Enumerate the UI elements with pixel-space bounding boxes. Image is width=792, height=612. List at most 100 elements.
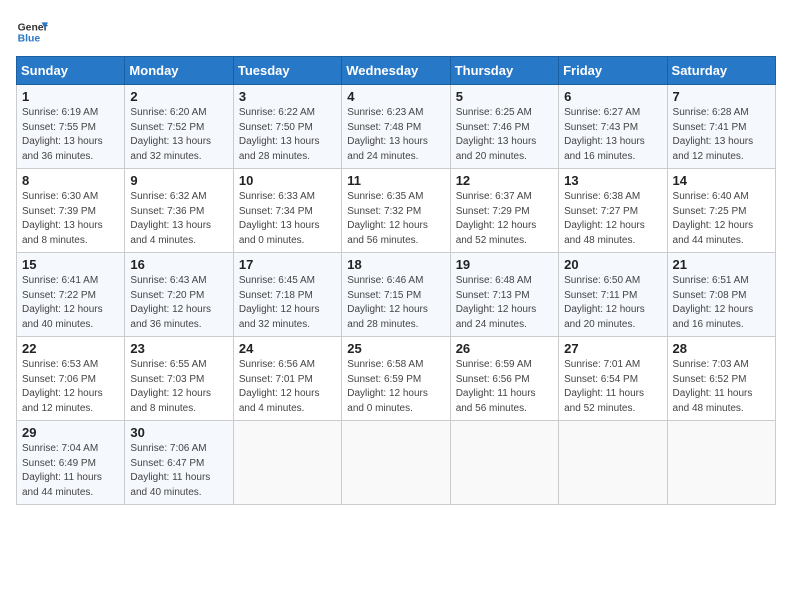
day-info: Sunrise: 7:01 AMSunset: 6:54 PMDaylight:… (564, 358, 661, 416)
day-info: Sunrise: 6:32 AMSunset: 7:36 PMDaylight:… (130, 190, 227, 248)
calendar-cell: 2Sunrise: 6:20 AMSunset: 7:52 PMDaylight… (125, 85, 233, 169)
day-number: 21 (673, 257, 770, 272)
calendar-cell: 30 Sunrise: 7:06 AMSunset: 6:47 PMDayligh… (125, 421, 233, 505)
day-number: 27 (564, 341, 661, 356)
calendar-header-row: SundayMondayTuesdayWednesdayThursdayFrid… (17, 57, 776, 85)
day-number: 1 (22, 89, 119, 104)
day-number: 28 (673, 341, 770, 356)
calendar-cell: 22 Sunrise: 6:53 AMSunset: 7:06 PMDayligh… (17, 337, 125, 421)
calendar-cell: 18 Sunrise: 6:46 AMSunset: 7:15 PMDayligh… (342, 253, 450, 337)
day-header-tuesday: Tuesday (233, 57, 341, 85)
day-info: Sunrise: 6:46 AMSunset: 7:15 PMDaylight:… (347, 274, 444, 332)
day-info: Sunrise: 6:55 AMSunset: 7:03 PMDaylight:… (130, 358, 227, 416)
day-number: 4 (347, 89, 444, 104)
day-number: 19 (456, 257, 553, 272)
day-info: Sunrise: 6:30 AMSunset: 7:39 PMDaylight:… (22, 190, 119, 248)
calendar-cell (342, 421, 450, 505)
calendar-cell: 4 Sunrise: 6:23 AMSunset: 7:48 PMDaylight… (342, 85, 450, 169)
calendar-cell: 25 Sunrise: 6:58 AMSunset: 6:59 PMDayligh… (342, 337, 450, 421)
day-number: 10 (239, 173, 336, 188)
day-info: Sunrise: 6:53 AMSunset: 7:06 PMDaylight:… (22, 358, 119, 416)
calendar-cell: 5 Sunrise: 6:25 AMSunset: 7:46 PMDaylight… (450, 85, 558, 169)
day-header-monday: Monday (125, 57, 233, 85)
calendar-cell (233, 421, 341, 505)
day-number: 7 (673, 89, 770, 104)
day-number: 16 (130, 257, 227, 272)
day-number: 18 (347, 257, 444, 272)
day-info: Sunrise: 6:33 AMSunset: 7:34 PMDaylight:… (239, 190, 336, 248)
day-number: 22 (22, 341, 119, 356)
calendar-cell: 13Sunrise: 6:38 AMSunset: 7:27 PMDayligh… (559, 169, 667, 253)
day-number: 17 (239, 257, 336, 272)
day-number: 8 (22, 173, 119, 188)
calendar-cell: 7 Sunrise: 6:28 AMSunset: 7:41 PMDaylight… (667, 85, 775, 169)
day-info: Sunrise: 6:56 AMSunset: 7:01 PMDaylight:… (239, 358, 336, 416)
day-info: Sunrise: 6:59 AMSunset: 6:56 PMDaylight:… (456, 358, 553, 416)
day-info: Sunrise: 6:23 AMSunset: 7:48 PMDaylight:… (347, 106, 444, 164)
day-number: 15 (22, 257, 119, 272)
calendar-cell (559, 421, 667, 505)
day-number: 20 (564, 257, 661, 272)
calendar-cell: 23 Sunrise: 6:55 AMSunset: 7:03 PMDayligh… (125, 337, 233, 421)
day-number: 25 (347, 341, 444, 356)
calendar-cell: 6 Sunrise: 6:27 AMSunset: 7:43 PMDaylight… (559, 85, 667, 169)
svg-text:Blue: Blue (18, 34, 41, 45)
day-info: Sunrise: 7:06 AMSunset: 6:47 PMDaylight:… (130, 442, 227, 500)
week-row-4: 22 Sunrise: 6:53 AMSunset: 7:06 PMDayligh… (17, 337, 776, 421)
day-info: Sunrise: 6:25 AMSunset: 7:46 PMDaylight:… (456, 106, 553, 164)
day-number: 3 (239, 89, 336, 104)
day-number: 30 (130, 425, 227, 440)
day-number: 11 (347, 173, 444, 188)
day-info: Sunrise: 6:28 AMSunset: 7:41 PMDaylight:… (673, 106, 770, 164)
week-row-2: 8 Sunrise: 6:30 AMSunset: 7:39 PMDaylight… (17, 169, 776, 253)
day-info: Sunrise: 7:03 AMSunset: 6:52 PMDaylight:… (673, 358, 770, 416)
day-header-saturday: Saturday (667, 57, 775, 85)
day-info: Sunrise: 7:04 AMSunset: 6:49 PMDaylight:… (22, 442, 119, 500)
week-row-5: 29 Sunrise: 7:04 AMSunset: 6:49 PMDayligh… (17, 421, 776, 505)
day-number: 9 (130, 173, 227, 188)
calendar-cell: 26Sunrise: 6:59 AMSunset: 6:56 PMDayligh… (450, 337, 558, 421)
day-number: 23 (130, 341, 227, 356)
calendar-cell: 12 Sunrise: 6:37 AMSunset: 7:29 PMDayligh… (450, 169, 558, 253)
day-header-sunday: Sunday (17, 57, 125, 85)
day-info: Sunrise: 6:35 AMSunset: 7:32 PMDaylight:… (347, 190, 444, 248)
calendar-cell: 20 Sunrise: 6:50 AMSunset: 7:11 PMDayligh… (559, 253, 667, 337)
day-number: 6 (564, 89, 661, 104)
day-number: 14 (673, 173, 770, 188)
day-number: 29 (22, 425, 119, 440)
calendar-cell: 24 Sunrise: 6:56 AMSunset: 7:01 PMDayligh… (233, 337, 341, 421)
day-info: Sunrise: 6:22 AMSunset: 7:50 PMDaylight:… (239, 106, 336, 164)
day-info: Sunrise: 6:37 AMSunset: 7:29 PMDaylight:… (456, 190, 553, 248)
calendar-table: SundayMondayTuesdayWednesdayThursdayFrid… (16, 56, 776, 505)
day-info: Sunrise: 6:27 AMSunset: 7:43 PMDaylight:… (564, 106, 661, 164)
day-info: Sunrise: 6:45 AMSunset: 7:18 PMDaylight:… (239, 274, 336, 332)
calendar-cell: 29 Sunrise: 7:04 AMSunset: 6:49 PMDayligh… (17, 421, 125, 505)
day-info: Sunrise: 6:19 AMSunset: 7:55 PMDaylight:… (22, 106, 119, 164)
day-info: Sunrise: 6:43 AMSunset: 7:20 PMDaylight:… (130, 274, 227, 332)
day-info: Sunrise: 6:58 AMSunset: 6:59 PMDaylight:… (347, 358, 444, 416)
calendar-cell: 21 Sunrise: 6:51 AMSunset: 7:08 PMDayligh… (667, 253, 775, 337)
calendar-cell: 8 Sunrise: 6:30 AMSunset: 7:39 PMDaylight… (17, 169, 125, 253)
logo-icon: General Blue (16, 16, 48, 48)
calendar-cell: 14 Sunrise: 6:40 AMSunset: 7:25 PMDayligh… (667, 169, 775, 253)
calendar-cell: 17 Sunrise: 6:45 AMSunset: 7:18 PMDayligh… (233, 253, 341, 337)
day-header-wednesday: Wednesday (342, 57, 450, 85)
page-header: General Blue (16, 16, 776, 48)
day-info: Sunrise: 6:51 AMSunset: 7:08 PMDaylight:… (673, 274, 770, 332)
logo: General Blue (16, 16, 48, 48)
day-number: 12 (456, 173, 553, 188)
day-info: Sunrise: 6:40 AMSunset: 7:25 PMDaylight:… (673, 190, 770, 248)
day-info: Sunrise: 6:48 AMSunset: 7:13 PMDaylight:… (456, 274, 553, 332)
week-row-3: 15Sunrise: 6:41 AMSunset: 7:22 PMDayligh… (17, 253, 776, 337)
calendar-cell: 19 Sunrise: 6:48 AMSunset: 7:13 PMDayligh… (450, 253, 558, 337)
calendar-cell: 3 Sunrise: 6:22 AMSunset: 7:50 PMDaylight… (233, 85, 341, 169)
day-number: 24 (239, 341, 336, 356)
day-header-thursday: Thursday (450, 57, 558, 85)
day-info: Sunrise: 6:20 AMSunset: 7:52 PMDaylight:… (130, 106, 227, 164)
week-row-1: 1 Sunrise: 6:19 AMSunset: 7:55 PMDaylight… (17, 85, 776, 169)
day-number: 5 (456, 89, 553, 104)
day-info: Sunrise: 6:38 AMSunset: 7:27 PMDaylight:… (564, 190, 661, 248)
calendar-cell: 1 Sunrise: 6:19 AMSunset: 7:55 PMDaylight… (17, 85, 125, 169)
calendar-cell (450, 421, 558, 505)
day-info: Sunrise: 6:50 AMSunset: 7:11 PMDaylight:… (564, 274, 661, 332)
